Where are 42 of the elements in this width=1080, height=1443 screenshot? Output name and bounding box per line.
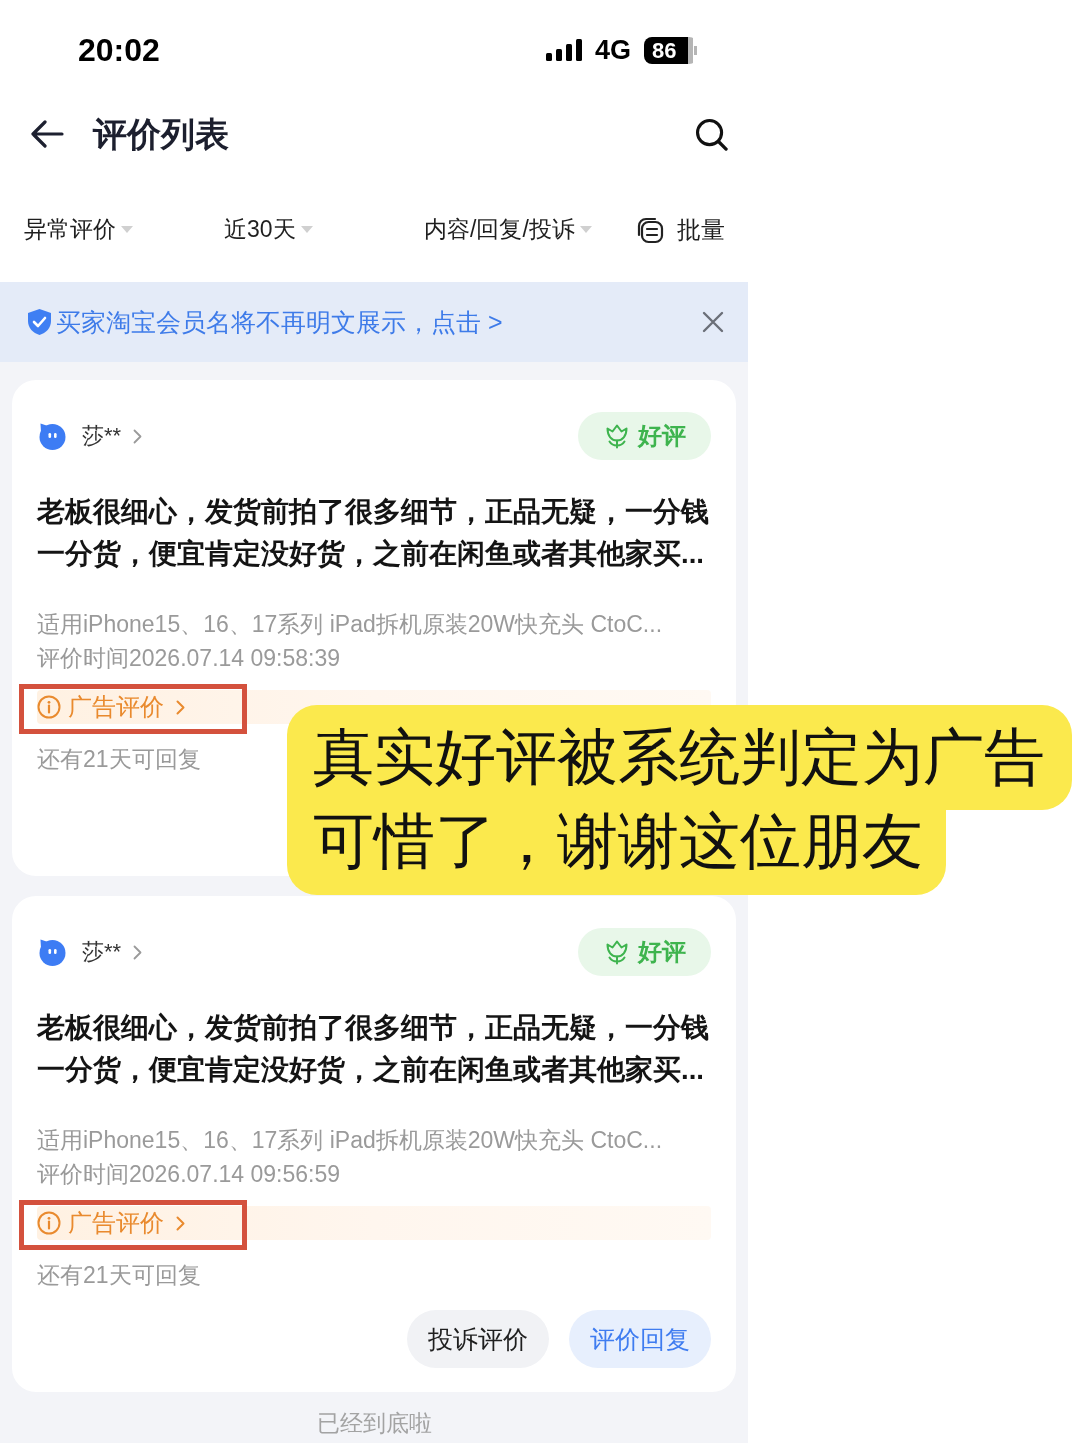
- rating-label: 好评: [637, 940, 686, 964]
- caret-icon: [121, 226, 133, 234]
- batch-button[interactable]: 批量: [636, 214, 725, 246]
- review-text: 老板很细心，发货前拍了很多细节，正品无疑，一分钱一分货，便宜肯定没好货，之前在闲鱼或者其他家买...: [37, 495, 710, 571]
- end-of-list-text: 已经到底啦: [316, 1409, 432, 1438]
- product-title: 适用iPhone15、16、17系列 iPad拆机原装20W快充头 CtoC...: [37, 610, 663, 639]
- rating-label: 好评: [637, 424, 686, 448]
- signal-icon: [545, 39, 583, 61]
- list-icon: [636, 216, 664, 244]
- caret-icon: [579, 226, 592, 234]
- filter-dropdown[interactable]: 内容/回复/投诉: [424, 215, 592, 245]
- info-icon: [37, 695, 61, 719]
- chevron-right-icon: [133, 428, 143, 444]
- close-icon[interactable]: [702, 311, 724, 333]
- callout-text: 可惜了，谢谢这位朋友: [287, 810, 946, 895]
- reply-deadline: 还有21天可回复: [37, 1261, 201, 1290]
- chevron-right-icon: [133, 944, 143, 960]
- user-link[interactable]: 莎**: [82, 937, 143, 967]
- search-icon[interactable]: [695, 117, 728, 151]
- review-time: 评价时间2026.07.14 09:56:59: [37, 1160, 341, 1189]
- page-title: 评价列表: [93, 113, 229, 155]
- avatar-icon: [38, 422, 66, 450]
- chevron-right-icon: [176, 699, 185, 715]
- chevron-right-icon: [176, 1215, 185, 1231]
- caret-icon: [300, 226, 313, 234]
- shield-check-icon: [27, 308, 52, 336]
- back-arrow-icon[interactable]: [30, 120, 64, 148]
- product-title: 适用iPhone15、16、17系列 iPad拆机原装20W快充头 CtoC...: [37, 1126, 663, 1155]
- battery-indicator: 86: [644, 36, 697, 64]
- callout-text: 真实好评被系统判定为广告: [287, 705, 1072, 810]
- avatar-icon: [38, 938, 66, 966]
- status-time: 20:02: [78, 34, 160, 66]
- network-label: 4G: [594, 36, 631, 64]
- filter-dropdown[interactable]: 异常评价: [24, 215, 133, 245]
- reply-deadline: 还有21天可回复: [37, 745, 201, 774]
- review-text: 老板很细心，发货前拍了很多细节，正品无疑，一分钱一分货，便宜肯定没好货，之前在闲鱼或者其他家买...: [37, 1011, 710, 1087]
- complain-button[interactable]: 投诉评价: [407, 1310, 549, 1368]
- review-time: 评价时间2026.07.14 09:58:39: [37, 644, 341, 673]
- info-icon: [37, 1211, 61, 1235]
- filter-dropdown[interactable]: 近30天: [224, 215, 313, 245]
- notice-text: 买家淘宝会员名将不再明文展示，点击 >: [56, 306, 503, 338]
- user-link[interactable]: 莎**: [82, 421, 143, 451]
